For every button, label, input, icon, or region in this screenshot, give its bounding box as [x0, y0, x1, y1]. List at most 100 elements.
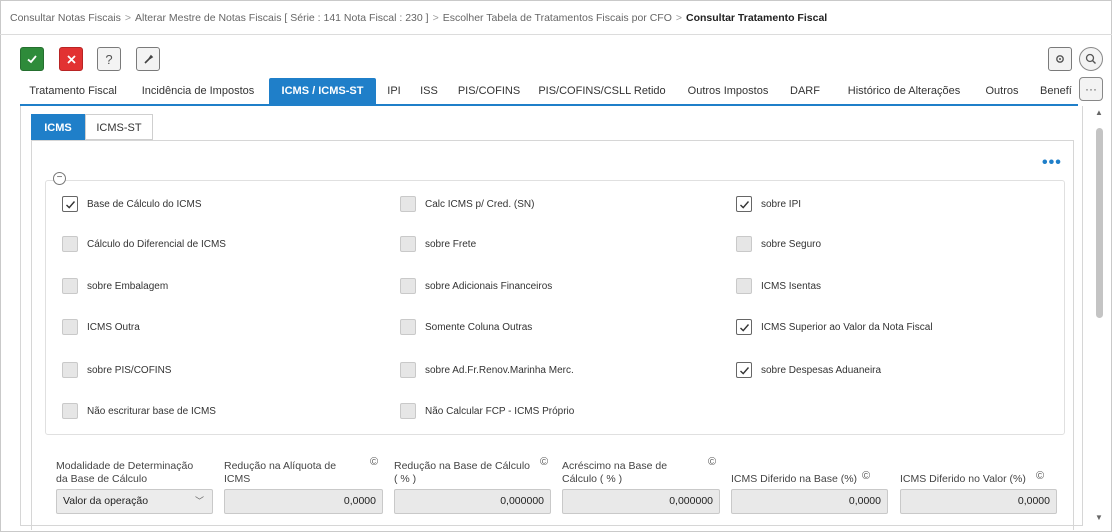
- tab-icms-icms-st[interactable]: ICMS / ICMS-ST: [269, 78, 376, 104]
- reducao-aliquota-input[interactable]: 0,0000: [224, 489, 383, 514]
- checkbox-box[interactable]: [400, 278, 416, 294]
- checkbox-calculo-diferencial-icms[interactable]: Cálculo do Diferencial de ICMS: [62, 236, 226, 252]
- checkbox-label: Não escriturar base de ICMS: [87, 405, 216, 417]
- checkbox-sobre-ad-fr-renov-marinha[interactable]: sobre Ad.Fr.Renov.Marinha Merc.: [400, 362, 574, 378]
- checkbox-somente-coluna-outras[interactable]: Somente Coluna Outras: [400, 319, 532, 335]
- checkbox-box[interactable]: [400, 236, 416, 252]
- checkbox-sobre-seguro[interactable]: sobre Seguro: [736, 236, 821, 252]
- tab-beneficios[interactable]: Benefí: [1040, 78, 1072, 104]
- info-icon[interactable]: ©: [540, 456, 548, 468]
- diferido-base-input[interactable]: 0,0000: [731, 489, 888, 514]
- field-label-acrescimo-base: Acréscimo na Base de Cálculo ( % ): [562, 460, 667, 486]
- checkbox-label: sobre Ad.Fr.Renov.Marinha Merc.: [425, 364, 574, 376]
- acrescimo-base-input[interactable]: 0,000000: [562, 489, 720, 514]
- search-button[interactable]: [1079, 47, 1103, 71]
- vertical-scrollbar[interactable]: ▲ ▼: [1093, 108, 1107, 522]
- checkbox-label: ICMS Superior ao Valor da Nota Fiscal: [761, 321, 933, 333]
- field-label-diferido-valor: ICMS Diferido no Valor (%): [900, 473, 1026, 486]
- tab-iss[interactable]: ISS: [416, 78, 442, 104]
- checkbox-sobre-frete[interactable]: sobre Frete: [400, 236, 476, 252]
- breadcrumb: Consultar Notas Fiscais > Alterar Mestre d…: [10, 12, 827, 24]
- checkbox-box[interactable]: [400, 362, 416, 378]
- checkbox-box[interactable]: [400, 319, 416, 335]
- tab-historico-alteracoes[interactable]: Histórico de Alterações: [840, 78, 968, 104]
- main-tabs: Tratamento Fiscal Incidência de Impostos…: [20, 78, 1072, 104]
- check-icon: [739, 366, 749, 375]
- checkbox-sobre-pis-cofins[interactable]: sobre PIS/COFINS: [62, 362, 171, 378]
- info-icon[interactable]: ©: [370, 456, 378, 468]
- scroll-down-icon[interactable]: ▼: [1095, 513, 1103, 522]
- checkbox-nao-escriturar-base-icms[interactable]: Não escriturar base de ICMS: [62, 403, 216, 419]
- checkbox-base-calculo-icms[interactable]: Base de Cálculo do ICMS: [62, 196, 202, 212]
- minus-circle-icon[interactable]: −: [53, 172, 66, 185]
- info-icon[interactable]: ©: [862, 470, 870, 482]
- tab-pis-cofins[interactable]: PIS/COFINS: [454, 78, 524, 104]
- tab-incidencia-impostos[interactable]: Incidência de Impostos: [133, 78, 263, 104]
- breadcrumb-item[interactable]: Escolher Tabela de Tratamentos Fiscais p…: [443, 12, 672, 24]
- tab-outros-impostos[interactable]: Outros Impostos: [682, 78, 774, 104]
- checkbox-box[interactable]: [62, 319, 78, 335]
- checkbox-box[interactable]: [62, 196, 78, 212]
- tab-tratamento-fiscal[interactable]: Tratamento Fiscal: [20, 78, 126, 104]
- checkbox-box[interactable]: [62, 362, 78, 378]
- checkbox-box[interactable]: [736, 278, 752, 294]
- checkbox-box[interactable]: [400, 403, 416, 419]
- checkbox-label: sobre IPI: [761, 198, 802, 210]
- checkbox-label: ICMS Outra: [87, 321, 140, 333]
- checkbox-nao-calcular-fcp[interactable]: Não Calcular FCP - ICMS Próprio: [400, 403, 574, 419]
- checkbox-icms-superior-valor-nf[interactable]: ICMS Superior ao Valor da Nota Fiscal: [736, 319, 933, 335]
- field-label-reducao-aliquota: Redução na Alíquota de ICMS: [224, 460, 336, 486]
- checkbox-label: sobre Frete: [425, 238, 477, 250]
- checkbox-label: Cálculo do Diferencial de ICMS: [87, 238, 226, 250]
- checkbox-label: sobre Seguro: [761, 238, 822, 250]
- checkbox-sobre-adicionais-financeiros[interactable]: sobre Adicionais Financeiros: [400, 278, 552, 294]
- label-line: Modalidade de Determinação: [56, 460, 194, 472]
- confirm-button[interactable]: [20, 47, 44, 71]
- breadcrumb-separator: >: [675, 12, 682, 24]
- checkbox-label: Somente Coluna Outras: [425, 321, 533, 333]
- cancel-button[interactable]: [59, 47, 83, 71]
- checkbox-label: sobre Adicionais Financeiros: [425, 280, 553, 292]
- checkbox-sobre-embalagem[interactable]: sobre Embalagem: [62, 278, 168, 294]
- tab-darf[interactable]: DARF: [786, 78, 824, 104]
- field-label-modalidade: Modalidade de Determinação da Base de Cá…: [56, 460, 193, 486]
- checkbox-sobre-ipi[interactable]: sobre IPI: [736, 196, 801, 212]
- more-button[interactable]: ···: [1079, 77, 1103, 101]
- checkbox-box[interactable]: [736, 319, 752, 335]
- checkbox-icms-outra[interactable]: ICMS Outra: [62, 319, 140, 335]
- tab-outros[interactable]: Outros: [980, 78, 1024, 104]
- subtab-icms[interactable]: ICMS: [31, 114, 85, 140]
- breadcrumb-item[interactable]: Consultar Notas Fiscais: [10, 12, 121, 24]
- header-divider: [0, 34, 1112, 35]
- wrench-icon: [144, 54, 154, 64]
- checkbox-group: [45, 180, 1065, 435]
- info-icon[interactable]: ©: [708, 456, 716, 468]
- checkbox-box[interactable]: [62, 403, 78, 419]
- diferido-valor-input[interactable]: 0,0000: [900, 489, 1057, 514]
- label-line: Acréscimo na Base de: [562, 460, 668, 472]
- checkbox-box[interactable]: [736, 196, 752, 212]
- checkbox-label: sobre Embalagem: [87, 280, 169, 292]
- modalidade-select[interactable]: Valor da operação ﹀: [56, 489, 213, 514]
- checkbox-box[interactable]: [400, 196, 416, 212]
- checkbox-calc-icms-cred-sn[interactable]: Calc ICMS p/ Cred. (SN): [400, 196, 534, 212]
- checkbox-box[interactable]: [736, 236, 752, 252]
- reducao-base-input[interactable]: 0,000000: [394, 489, 551, 514]
- scroll-up-icon[interactable]: ▲: [1095, 108, 1103, 117]
- scroll-thumb[interactable]: [1096, 128, 1103, 318]
- tools-button[interactable]: [136, 47, 160, 71]
- checkbox-box[interactable]: [736, 362, 752, 378]
- subtab-icms-st[interactable]: ICMS-ST: [85, 114, 153, 140]
- tab-ipi[interactable]: IPI: [382, 78, 406, 104]
- checkbox-icms-isentas[interactable]: ICMS Isentas: [736, 278, 821, 294]
- breadcrumb-item[interactable]: Alterar Mestre de Notas Fiscais [ Série …: [135, 12, 429, 24]
- checkbox-sobre-despesas-aduaneira[interactable]: sobre Despesas Aduaneira: [736, 362, 881, 378]
- tab-pis-cofins-csll-retido[interactable]: PIS/COFINS/CSLL Retido: [534, 78, 670, 104]
- checkbox-box[interactable]: [62, 278, 78, 294]
- help-button[interactable]: ?: [97, 47, 121, 71]
- more-options-icon[interactable]: •••: [1042, 154, 1062, 172]
- checkbox-box[interactable]: [62, 236, 78, 252]
- settings-button[interactable]: [1048, 47, 1072, 71]
- info-icon[interactable]: ©: [1036, 470, 1044, 482]
- select-value: Valor da operação: [63, 495, 149, 507]
